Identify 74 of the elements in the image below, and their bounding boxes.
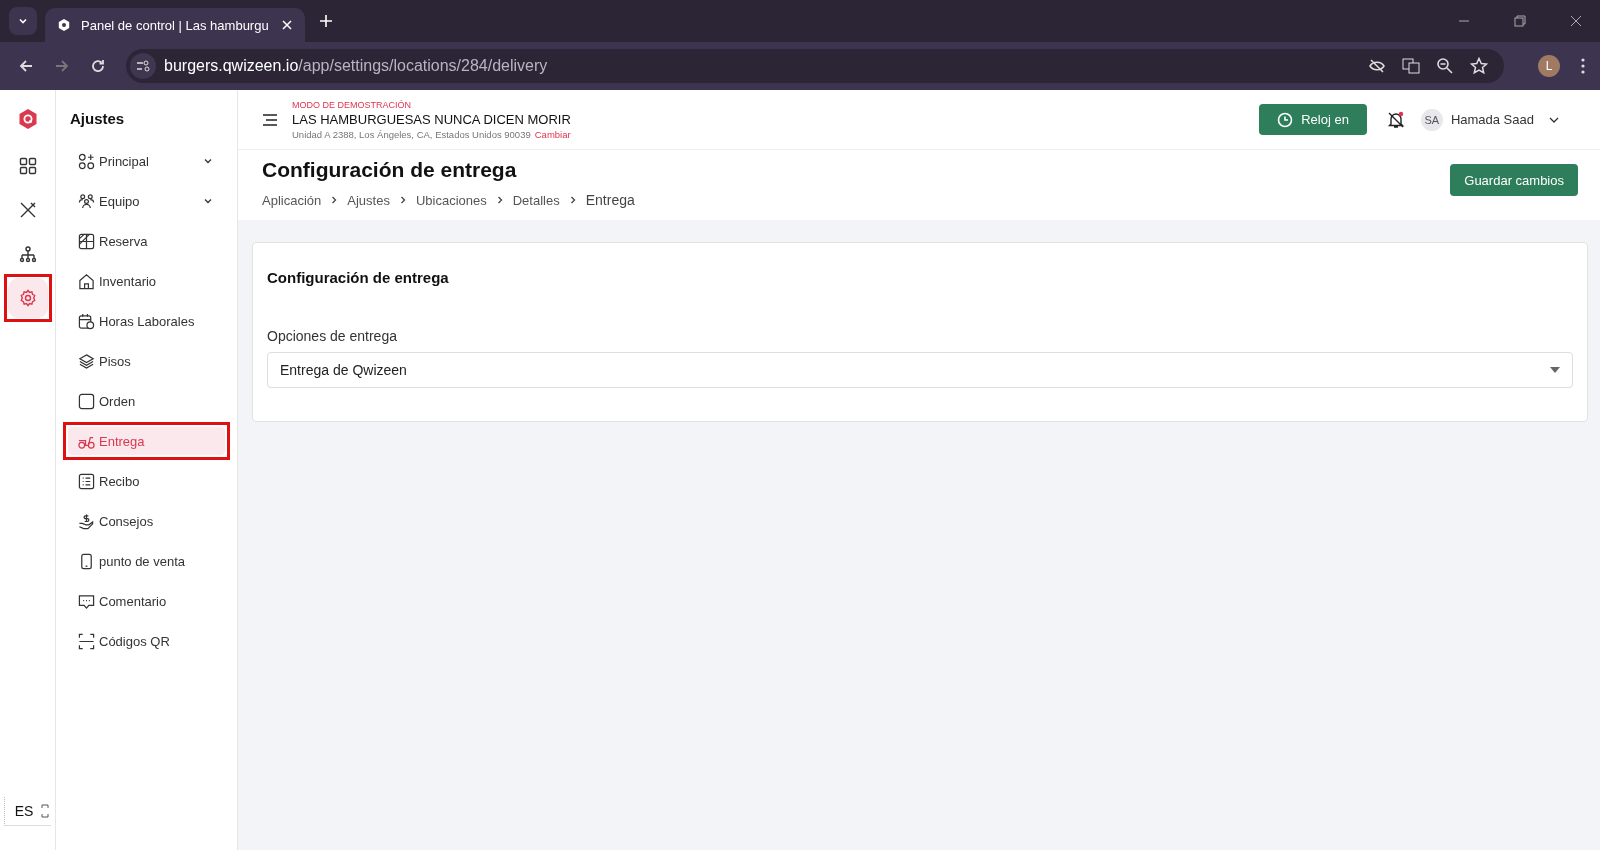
sidebar-item[interactable]: Consejos — [68, 507, 225, 535]
sidebar-item[interactable]: Recibo — [68, 467, 225, 495]
sidebar-item[interactable]: Principal — [68, 147, 225, 175]
people-icon — [78, 192, 95, 210]
restaurant-name: LAS HAMBURGUESAS NUNCA DICEN MORIR — [292, 111, 571, 127]
clock-icon — [1277, 111, 1294, 128]
card-title: Configuración de entrega — [267, 269, 450, 286]
dashboard-icon — [18, 157, 37, 175]
eye-off-icon[interactable] — [1368, 57, 1386, 75]
sidebar-item[interactable]: Códigos QR — [68, 627, 225, 655]
hierarchy-icon — [18, 245, 37, 263]
address-text: Unidad A 2388, Los Ángeles, CA, Estados Unidos 90039 — [292, 128, 531, 140]
breadcrumb-link[interactable]: Aplicación — [262, 192, 322, 208]
sidebar-item[interactable]: Equipo — [68, 187, 225, 215]
zoom-out-icon[interactable] — [1436, 57, 1454, 75]
bell-off-icon[interactable] — [1386, 110, 1405, 129]
logo-icon[interactable] — [17, 108, 38, 130]
menu-icon[interactable] — [262, 112, 278, 127]
breadcrumb-link[interactable]: Ubicaciones — [415, 192, 487, 208]
field-label: Opciones de entrega — [267, 328, 398, 344]
layers-icon — [78, 352, 95, 370]
hand-icon — [78, 512, 95, 530]
site-settings-icon[interactable] — [130, 53, 156, 79]
forward-icon[interactable] — [54, 58, 70, 74]
change-link[interactable]: Cambiar — [534, 128, 571, 140]
page-title: Configuración de entrega — [262, 158, 518, 182]
chat-icon — [78, 592, 95, 610]
clock-in-button[interactable]: Reloj en — [1259, 104, 1367, 135]
chevron-down-icon[interactable] — [203, 156, 213, 166]
list-icon — [78, 472, 95, 490]
save-button[interactable]: Guardar cambios — [1450, 164, 1578, 196]
sidebar-item[interactable]: Reserva — [68, 227, 225, 255]
reload-icon[interactable] — [90, 58, 106, 74]
sidebar-title: Ajustes — [70, 110, 126, 127]
profile-avatar[interactable]: L — [1538, 55, 1560, 77]
browser-tab[interactable]: Panel de control | Las hamburgu — [45, 8, 305, 42]
delivery-options-dropdown[interactable]: Entrega de Qwizeen — [267, 352, 1573, 388]
sidebar-item[interactable]: punto de venta — [68, 547, 225, 575]
close-icon[interactable] — [281, 19, 293, 31]
demo-mode-label: MODO DE DEMOSTRACIÓN — [292, 99, 412, 110]
language-label[interactable]: ES — [14, 803, 34, 819]
more-icon[interactable] — [1580, 58, 1586, 74]
url-text: burgers.qwizeen.io/app/settings/locations/284/delivery — [164, 57, 548, 75]
user-avatar[interactable]: SA — [1420, 108, 1443, 131]
sidebar-item[interactable]: Orden — [68, 387, 225, 415]
phone-icon — [78, 552, 95, 570]
back-icon[interactable] — [18, 58, 34, 74]
sidebar-item[interactable]: Comentario — [68, 587, 225, 615]
restore-icon[interactable] — [1513, 14, 1527, 28]
breadcrumb-link[interactable]: Ajustes — [347, 192, 390, 208]
caret-icon — [1550, 367, 1560, 373]
square-icon — [78, 392, 95, 410]
tab-title: Panel de control | Las hamburgu — [81, 17, 270, 33]
expand-icon[interactable] — [41, 803, 50, 819]
calendar-icon — [78, 312, 95, 330]
breadcrumb-link[interactable]: Detalles — [512, 192, 560, 208]
user-name[interactable]: Hamada Saad — [1450, 112, 1534, 127]
sidebar-item[interactable]: Inventario — [68, 267, 225, 295]
chevron-down-icon[interactable] — [203, 196, 213, 206]
breadcrumb-current: Entrega — [585, 192, 635, 208]
sidebar-item[interactable]: Entrega — [68, 427, 225, 455]
new-tab-icon[interactable] — [319, 14, 333, 28]
sidebar-item[interactable]: Horas Laborales — [68, 307, 225, 335]
star-icon[interactable] — [1470, 57, 1488, 75]
scan-icon — [78, 632, 95, 650]
sidebar-item[interactable]: Pisos — [68, 347, 225, 375]
apps-icon — [78, 152, 95, 170]
house-icon — [78, 272, 95, 290]
address-bar[interactable]: burgers.qwizeen.io/app/settings/locations/284/delivery — [126, 49, 1504, 83]
close-window-icon[interactable] — [1569, 14, 1583, 28]
table-icon — [78, 232, 95, 250]
chevron-down-icon — [19, 18, 27, 24]
settings-icon — [18, 289, 37, 307]
favicon-icon — [57, 18, 71, 32]
